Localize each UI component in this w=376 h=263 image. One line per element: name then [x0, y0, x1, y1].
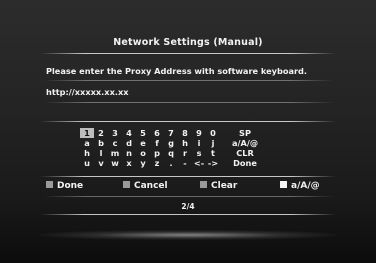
keyboard-key[interactable]: a: [80, 138, 94, 148]
keyboard-row: a b c d e f g h i j a/A/@: [80, 138, 264, 148]
keyboard-key[interactable]: u: [80, 158, 94, 168]
keyboard-key[interactable]: 6: [150, 128, 164, 138]
keyboard-row: h l m n o p q r s t CLR: [80, 148, 264, 158]
keyboard-key[interactable]: d: [122, 138, 136, 148]
keyboard-key[interactable]: l: [94, 148, 108, 158]
keyboard-key[interactable]: 9: [192, 128, 206, 138]
keyboard-key[interactable]: 8: [178, 128, 192, 138]
keyboard-key[interactable]: h: [80, 148, 94, 158]
keyboard-key[interactable]: i: [192, 138, 206, 148]
keyboard-key[interactable]: f: [150, 138, 164, 148]
done-action[interactable]: Done: [46, 181, 83, 191]
keyboard-key[interactable]: n: [122, 148, 136, 158]
legend-divider: [44, 196, 334, 197]
bottom-glow: [40, 230, 336, 240]
proxy-address-field[interactable]: http://xxxxx.xx.xx: [46, 87, 336, 101]
page-indicator: 2/4: [181, 202, 195, 211]
keyboard-key[interactable]: ->: [206, 158, 220, 168]
keyboard-key[interactable]: o: [136, 148, 150, 158]
gray-key-swatch: [200, 181, 207, 188]
keyboard-key[interactable]: e: [136, 138, 150, 148]
keyboard-key[interactable]: a/A/@: [226, 138, 264, 148]
cancel-label: Cancel: [134, 181, 168, 191]
gray-key-swatch: [46, 181, 53, 188]
keyboard-key[interactable]: v: [94, 158, 108, 168]
white-key-swatch: [280, 181, 287, 188]
keyboard-key[interactable]: x: [122, 158, 136, 168]
keyboard-key[interactable]: CLR: [226, 148, 264, 158]
keyboard-key[interactable]: y: [136, 158, 150, 168]
color-key-legend: Done Cancel Clear a/A/@: [46, 181, 336, 193]
cancel-action[interactable]: Cancel: [123, 181, 168, 191]
keyboard-key[interactable]: 2: [94, 128, 108, 138]
input-underline: [44, 102, 334, 103]
keyboard-key[interactable]: h: [178, 138, 192, 148]
keyboard-key[interactable]: r: [178, 148, 192, 158]
clear-action[interactable]: Clear: [200, 181, 237, 191]
keyboard-key[interactable]: p: [150, 148, 164, 158]
keyboard-key[interactable]: m: [108, 148, 122, 158]
clear-label: Clear: [211, 181, 238, 191]
keyboard-key[interactable]: j: [206, 138, 220, 148]
keyboard-key[interactable]: Done: [226, 158, 264, 168]
keyboard-top-divider: [40, 121, 336, 122]
keyboard-key[interactable]: 0: [206, 128, 220, 138]
keyboard-key[interactable]: 1: [80, 128, 94, 138]
keyboard-key[interactable]: g: [164, 138, 178, 148]
keyboard-key[interactable]: b: [94, 138, 108, 148]
mode-toggle-action[interactable]: a/A/@: [280, 181, 320, 191]
done-label: Done: [57, 181, 84, 191]
keyboard-key[interactable]: SP: [226, 128, 264, 138]
keyboard-key[interactable]: c: [108, 138, 122, 148]
mode-label: a/A/@: [291, 181, 320, 191]
keyboard-key[interactable]: 4: [122, 128, 136, 138]
keyboard-key[interactable]: w: [108, 158, 122, 168]
dialog-title: Network Settings (Manual): [113, 37, 263, 48]
instruction-text: Please enter the Proxy Address with soft…: [46, 66, 308, 76]
keyboard-key[interactable]: q: [164, 148, 178, 158]
software-keyboard: 1 2 3 4 5 6 7 8 9 0 SP a b c d e f g h i j a/A/@ h l m n o p q r s t CLR…: [80, 128, 264, 168]
keyboard-key[interactable]: 7: [164, 128, 178, 138]
tv-screen: Network Settings (Manual) Please enter t…: [0, 0, 376, 263]
keyboard-key[interactable]: 5: [136, 128, 150, 138]
keyboard-key[interactable]: 3: [108, 128, 122, 138]
keyboard-key[interactable]: -: [178, 158, 192, 168]
gray-key-swatch: [123, 181, 130, 188]
keyboard-key[interactable]: t: [206, 148, 220, 158]
keyboard-row: 1 2 3 4 5 6 7 8 9 0 SP: [80, 128, 264, 138]
keyboard-key[interactable]: z: [150, 158, 164, 168]
instruction-divider: [44, 80, 334, 81]
title-divider: [40, 53, 336, 54]
keyboard-key[interactable]: <-: [192, 158, 206, 168]
keyboard-key[interactable]: .: [164, 158, 178, 168]
keyboard-row: u v w x y z. - <- -> Done: [80, 158, 264, 168]
bottom-divider: [40, 214, 336, 215]
keyboard-bottom-divider: [40, 176, 336, 177]
keyboard-key[interactable]: s: [192, 148, 206, 158]
